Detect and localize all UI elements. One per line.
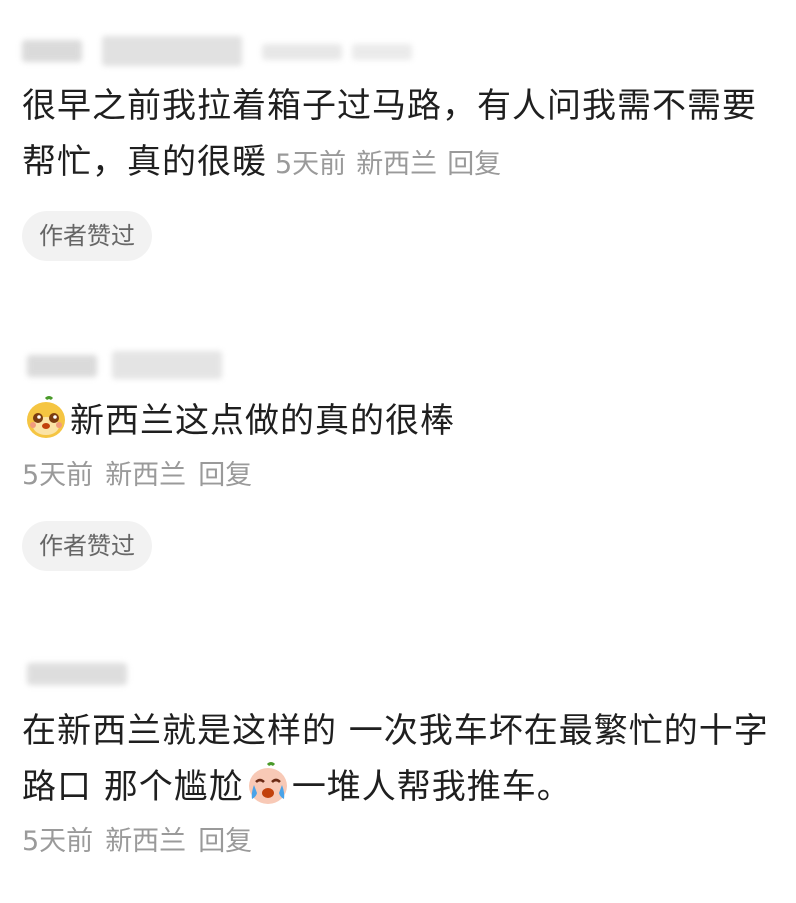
reply-button[interactable]: 回复	[198, 826, 252, 857]
comment-meta: 5天前 新西兰 回复	[22, 449, 774, 503]
comment-time: 5天前	[275, 149, 347, 180]
username-blurred[interactable]	[22, 655, 442, 703]
reply-button[interactable]: 回复	[198, 460, 252, 491]
reply-button[interactable]: 回复	[447, 149, 501, 180]
author-liked-badge: 作者赞过	[22, 211, 152, 261]
username-blurred[interactable]	[22, 30, 442, 78]
comment-item: 很早之前我拉着箱子过马路，有人问我需不需要帮忙，真的很暖 5天前 新西兰 回复 作者赞…	[22, 30, 774, 261]
comment-location: 新西兰	[105, 460, 187, 491]
comment-item: 在新西兰就是这样的 一次我车坏在最繁忙的十字路口 那个尴尬 一堆人帮我推车。 5天…	[22, 655, 774, 869]
comment-body: 新西兰这点做的真的很棒	[22, 393, 774, 449]
comment-text: 新西兰这点做的真的很棒	[70, 401, 455, 441]
comment-location: 新西兰	[105, 826, 187, 857]
crying-face-emoji-icon	[246, 762, 290, 806]
comment-time: 5天前	[22, 460, 94, 491]
username-blurred[interactable]	[22, 345, 442, 393]
comment-item: 新西兰这点做的真的很棒 5天前 新西兰 回复 作者赞过	[22, 345, 774, 571]
comment-meta: 5天前 新西兰 回复	[275, 149, 501, 180]
comment-text: 一堆人帮我推车。	[291, 767, 572, 807]
smiling-face-emoji-icon	[24, 396, 68, 440]
comment-location: 新西兰	[356, 149, 438, 180]
comment-body: 很早之前我拉着箱子过马路，有人问我需不需要帮忙，真的很暖 5天前 新西兰 回复	[22, 78, 774, 193]
author-liked-badge: 作者赞过	[22, 521, 152, 571]
comment-time: 5天前	[22, 826, 94, 857]
comment-meta: 5天前 新西兰 回复	[22, 815, 774, 869]
comment-body: 在新西兰就是这样的 一次我车坏在最繁忙的十字路口 那个尴尬 一堆人帮我推车。	[22, 703, 774, 815]
